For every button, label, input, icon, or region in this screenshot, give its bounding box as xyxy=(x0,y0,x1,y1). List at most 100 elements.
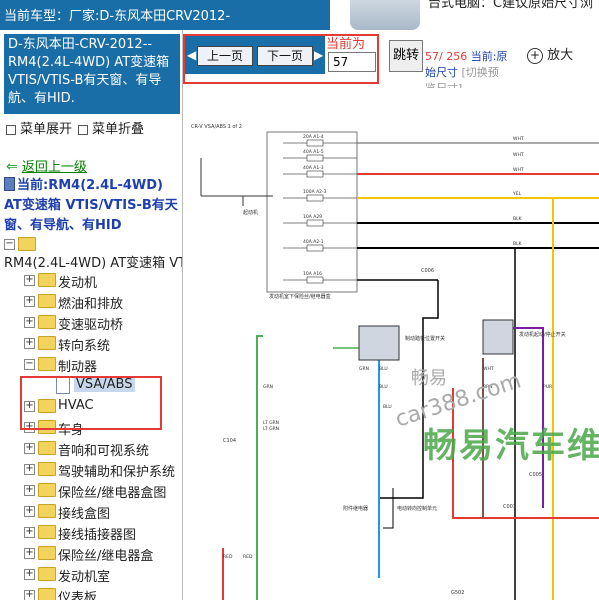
current-size-link[interactable]: 当前:原 xyxy=(471,50,508,63)
tree-item-label: 燃油和排放 xyxy=(58,297,124,312)
current-page-icon xyxy=(4,177,15,191)
connector-c005: C005 xyxy=(529,472,542,478)
wire-color-label: GRN xyxy=(263,384,273,390)
connector-c006: C006 xyxy=(421,268,434,274)
expand-toggle-icon[interactable]: + xyxy=(24,464,35,475)
brake-switch-label: 制动踏板位置开关 xyxy=(405,335,445,342)
wire-grn xyxy=(256,335,263,600)
relay-box-label: 发动机室下保险丝/继电器盒 xyxy=(269,293,331,300)
wire-color-label: BLK xyxy=(513,216,523,222)
folder-icon xyxy=(38,273,56,287)
top-title-bar: 当前车型：厂家:D-东风本田CRV2012- xyxy=(0,0,330,30)
collapse-toggle-icon[interactable]: − xyxy=(4,239,15,250)
fuse-label: 10A A29 xyxy=(303,214,322,220)
fuse-group: 20A A1-4 40A A1-5 40A A1-3 100A A2-3 10A A29… xyxy=(283,134,357,284)
eps-label: 电动转向控制单元 xyxy=(397,505,437,512)
fuse-label: 10A A16 xyxy=(303,271,322,277)
menu-expand[interactable]: 菜单展开 xyxy=(6,118,72,137)
ad-text: 台式电脑：C建议原始尺寸浏 xyxy=(428,0,594,11)
connector-c003: C003 xyxy=(503,504,516,510)
expand-toggle-icon[interactable]: + xyxy=(24,569,35,580)
wire-color-label: BLU xyxy=(379,384,388,390)
page-count: 57/ 256 xyxy=(425,50,468,63)
wire-color-label: WHT xyxy=(513,136,524,142)
expand-icon xyxy=(6,124,16,135)
engine-switch xyxy=(482,319,514,355)
vehicle-title: 当前车型：厂家:D-东风本田CRV2012- xyxy=(4,9,231,24)
folder-icon xyxy=(38,567,56,581)
tree-item-label: 发动机室 xyxy=(58,570,111,585)
jump-button[interactable]: 跳转 xyxy=(389,40,423,72)
expand-toggle-icon[interactable]: + xyxy=(24,527,35,538)
tree-item-label: 保险丝/继电器盒图 xyxy=(58,486,167,501)
wire-color-label: PUR xyxy=(543,384,552,390)
highlight-box-nav xyxy=(183,34,379,84)
connector-c104: C104 xyxy=(223,438,236,444)
starter-label: 起动机 xyxy=(243,209,258,216)
wire-color-label: BLU xyxy=(379,366,388,372)
folder-icon xyxy=(38,294,56,308)
folder-icon xyxy=(38,525,56,539)
toolbar: ◀ 上一页 下一页 ▶ 当前为 跳转 57/ 256 当前:原 始尺寸 [切换预… xyxy=(183,30,599,95)
original-size-label: 始尺寸 xyxy=(425,66,458,79)
collapse-toggle-icon[interactable]: − xyxy=(24,359,35,370)
fuse-symbol xyxy=(306,170,324,178)
highlight-box-tree xyxy=(20,376,162,430)
folder-open-icon xyxy=(18,237,36,251)
fuse-label: 100A A2-3 xyxy=(303,189,327,195)
tree-item-label: 变速驱动桥 xyxy=(58,318,124,333)
expand-toggle-icon[interactable]: + xyxy=(24,485,35,496)
folder-icon xyxy=(38,336,56,350)
back-link[interactable]: ⇐ 返回上一级 xyxy=(6,156,87,175)
fuse-label: 40A A2-1 xyxy=(303,239,324,245)
wire-color-label: LT GRN xyxy=(263,420,279,426)
wiring-diagram: CR-V VSA/ABS 1 of 2 发动机室下保险丝/继电器盒 20A A1… xyxy=(183,88,599,600)
sidebar: D-东风本田-CRV-2012-- RM4(2.4L-4WD) AT变速箱VTI… xyxy=(0,30,183,600)
expand-toggle-icon[interactable]: + xyxy=(24,590,35,600)
tree-item-label: 转向系统 xyxy=(58,339,111,354)
fuse-symbol xyxy=(306,276,324,284)
folder-icon xyxy=(38,483,56,497)
wire-color-label: WHT xyxy=(483,366,494,372)
expand-toggle-icon[interactable]: + xyxy=(24,317,35,328)
ad-banner[interactable]: 台式电脑：C建议原始尺寸浏 xyxy=(330,0,599,30)
expand-toggle-icon[interactable]: + xyxy=(24,296,35,307)
menu-collapse[interactable]: 菜单折叠 xyxy=(78,118,144,137)
mascot-image xyxy=(350,0,420,30)
tree-root-label[interactable]: RM4(2.4L-4WD) AT变速箱 VTIS/VTIS-B xyxy=(4,252,182,272)
wire-color-label: WHT xyxy=(513,167,524,173)
tree-item-label: 音响和可视系统 xyxy=(58,444,150,459)
acc-relay-label: 附件继电器 xyxy=(343,505,368,512)
folder-icon xyxy=(38,546,56,560)
ground-g502: G502 xyxy=(451,590,464,596)
fuse-label: 40A A1-5 xyxy=(303,149,324,155)
expand-toggle-icon[interactable]: + xyxy=(24,275,35,286)
wire-color-label: GRN xyxy=(359,366,369,372)
watermark-char: 畅易 xyxy=(411,368,447,389)
fuse-symbol xyxy=(306,244,324,252)
switch-preview-link[interactable]: [切换预 xyxy=(462,66,499,79)
tree-item-label: 制动器 xyxy=(58,360,98,375)
tree-item-label: 驾驶辅助和保护系统 xyxy=(58,465,176,480)
zoom-in-button[interactable]: + 放大 xyxy=(527,44,573,64)
folder-icon xyxy=(38,588,56,600)
diagram-canvas: CR-V VSA/ABS 1 of 2 发动机室下保险丝/继电器盒 20A A1… xyxy=(191,124,599,600)
tree-item-label: 发动机 xyxy=(58,276,98,291)
fuse-label: 40A A1-3 xyxy=(303,165,324,171)
back-arrow-icon: ⇐ xyxy=(6,159,18,175)
brake-switch xyxy=(358,325,400,361)
fuse-label: 20A A1-4 xyxy=(303,134,324,140)
wire-color-label: BLU xyxy=(383,404,392,410)
expand-toggle-icon[interactable]: + xyxy=(24,506,35,517)
diagram-header: CR-V VSA/ABS 1 of 2 xyxy=(191,124,242,130)
folder-icon xyxy=(38,462,56,476)
expand-toggle-icon[interactable]: + xyxy=(24,338,35,349)
tree-item-label: 仪表板 xyxy=(58,591,98,600)
expand-toggle-icon[interactable]: + xyxy=(24,548,35,559)
wire-color-label: RED xyxy=(223,554,233,560)
expand-toggle-icon[interactable]: + xyxy=(24,443,35,454)
wire-color-label: RED xyxy=(243,554,253,560)
wire-color-label: BLK xyxy=(513,241,523,247)
fuse-symbol xyxy=(306,194,324,202)
tree-item-label: 保险丝/继电器盒 xyxy=(58,549,154,564)
